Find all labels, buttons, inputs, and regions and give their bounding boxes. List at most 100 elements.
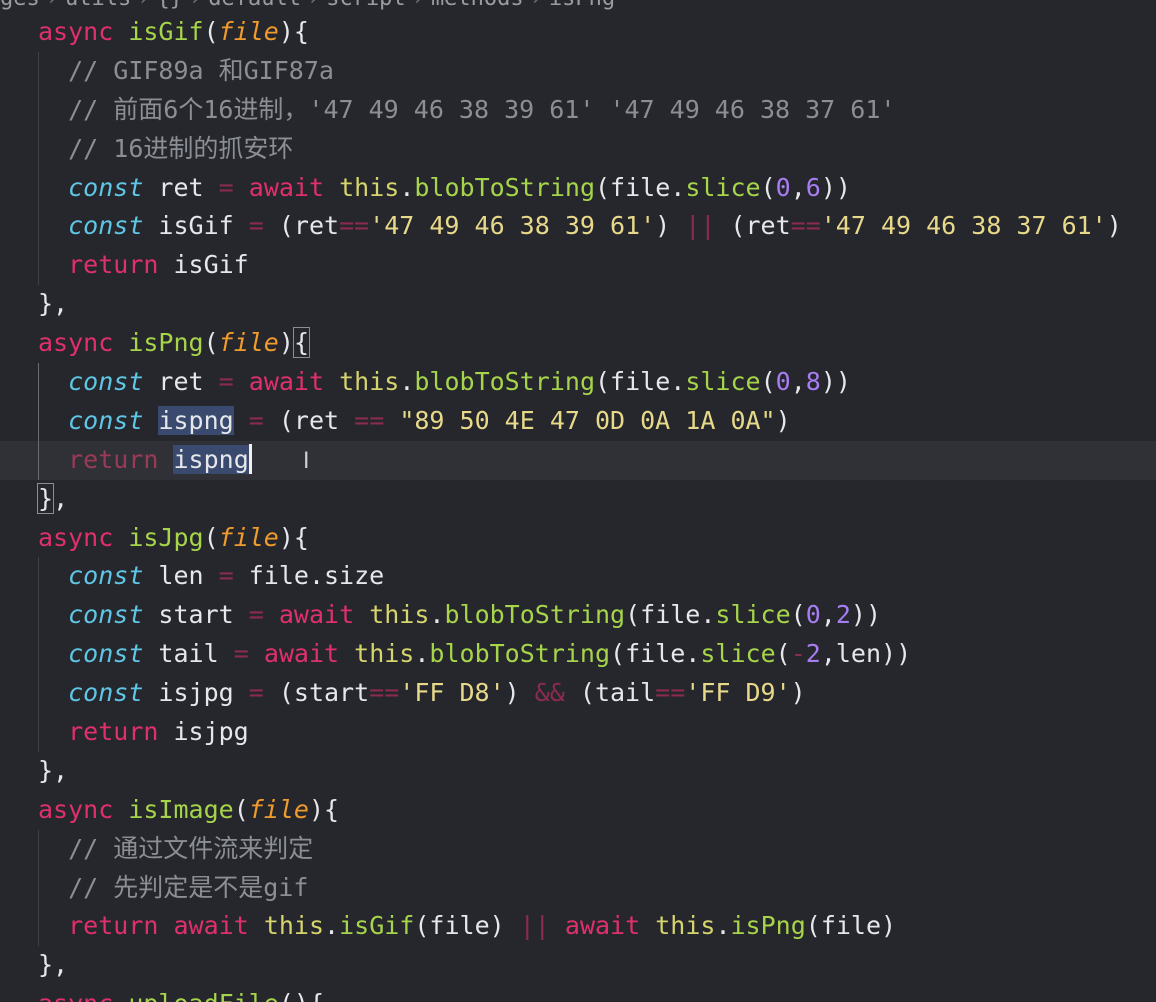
this-keyword-token: this [369, 600, 430, 630]
code-text-token: file.size [233, 561, 385, 591]
code-text-token: ) [655, 211, 686, 241]
indent-guide [38, 246, 39, 286]
code-text-token: isjpg [158, 717, 249, 747]
code-text-token: tail [143, 639, 234, 669]
code-text-token: (file. [610, 639, 701, 669]
code-area[interactable]: async isGif(file){ // GIF89a 和GIF87a // … [0, 13, 1156, 1002]
operator-token: = [248, 211, 264, 241]
code-line[interactable]: }, [0, 752, 1156, 791]
code-text-token: ){ [278, 17, 309, 46]
code-text-token: ( [203, 17, 219, 46]
code-text-token: isjpg [143, 678, 249, 708]
code-line[interactable]: // 通过文件流来判定 [0, 829, 1156, 869]
code-line[interactable]: return isjpg [0, 713, 1156, 752]
parameter-token: file [218, 328, 279, 358]
const-keyword-token: const [68, 600, 144, 630]
code-line[interactable]: }, [0, 946, 1156, 985]
code-text-token: (){ [279, 989, 324, 1002]
breadcrumb-item[interactable]: script [326, 0, 405, 11]
code-text-token: (tail [564, 678, 656, 708]
string-literal-token: "89 50 4E 47 0D 0A 1A 0A" [399, 405, 776, 435]
breadcrumb-item[interactable]: ges [0, 0, 40, 11]
const-keyword-token: const [68, 172, 144, 202]
const-keyword-token: const [68, 678, 144, 708]
code-text-token: ) [775, 405, 791, 435]
code-line[interactable]: // 前面6个16进制，'47 49 46 38 39 61' '47 49 4… [0, 90, 1156, 130]
breadcrumb-separator: › [137, 0, 150, 11]
indent-guide [38, 401, 39, 441]
operator-token: == [339, 211, 370, 241]
keyword-token: return [68, 911, 159, 941]
code-line[interactable]: async isJpg(file){ [0, 519, 1156, 558]
keyword-token: async [38, 794, 114, 824]
function-name-token: isGif [339, 911, 415, 941]
breadcrumb-separator: › [189, 0, 202, 11]
keyword-token: await [248, 172, 325, 202]
const-keyword-token: const [68, 405, 144, 435]
code-text-token: )) [820, 367, 851, 397]
number-token: 0 [805, 600, 821, 630]
breadcrumb-item[interactable]: methods [431, 0, 524, 11]
code-text-token: ) [504, 678, 535, 708]
code-text-token: ret [143, 172, 219, 202]
code-line[interactable]: const ispng = (ret == "89 50 4E 47 0D 0A… [0, 401, 1156, 441]
code-text-token: len [143, 561, 219, 591]
code-text-token: . [399, 367, 415, 397]
indent-guide [38, 829, 39, 869]
breadcrumb-item[interactable]: utils [65, 0, 131, 11]
code-line[interactable]: // GIF89a 和GIF87a [0, 51, 1156, 91]
indent-guide [38, 129, 39, 169]
matched-bracket-token: } [36, 482, 55, 514]
indent-guide [38, 557, 39, 597]
code-line[interactable]: const tail = await this.blobToString(fil… [0, 635, 1156, 675]
code-line[interactable]: async isPng(file){ [0, 324, 1156, 363]
function-name-token: isImage [128, 794, 234, 824]
code-line[interactable]: const isGif = (ret=='47 49 46 38 39 61')… [0, 207, 1156, 247]
function-name-token: blobToString [414, 172, 595, 202]
code-line-current[interactable]: return ispng [0, 440, 1156, 480]
code-line[interactable]: const isjpg = (start=='FF D8') && (tail=… [0, 674, 1156, 714]
code-line[interactable]: }, [0, 480, 1156, 519]
code-line[interactable]: const ret = await this.blobToString(file… [0, 363, 1156, 402]
const-keyword-token: const [68, 561, 144, 591]
keyword-token: await [278, 600, 355, 630]
operator-token: = [218, 367, 234, 397]
breadcrumb-item[interactable]: {} [156, 0, 183, 11]
code-line[interactable]: }, [0, 285, 1156, 324]
operator-token: = [248, 678, 264, 708]
number-token: 0 [775, 367, 791, 397]
code-line[interactable]: async isImage(file){ [0, 791, 1156, 830]
code-line[interactable]: const ret = await this.blobToString(file… [0, 168, 1156, 208]
keyword-token: async [38, 522, 114, 552]
function-name-token: blobToString [429, 639, 611, 669]
code-line[interactable]: // 先判定是不是gif [0, 868, 1156, 908]
code-text-token: ( [233, 794, 249, 824]
code-line[interactable]: // 16进制的抓安环 [0, 129, 1156, 169]
breadcrumb-item[interactable]: isPng [549, 0, 615, 11]
code-line[interactable]: const start = await this.blobToString(fi… [0, 596, 1156, 636]
code-line[interactable]: return await this.isGif(file) || await t… [0, 907, 1156, 947]
breadcrumb-item[interactable]: default [208, 0, 301, 11]
code-text-token: , [53, 483, 69, 513]
operator-token: || [685, 211, 716, 241]
code-text-token: )) [850, 600, 882, 630]
code-line[interactable]: async isGif(file){ [0, 13, 1156, 52]
code-line[interactable]: const len = file.size [0, 557, 1156, 597]
code-text-token: , [790, 367, 806, 397]
code-text-token: (ret [263, 405, 355, 435]
matched-bracket-token: { [292, 327, 311, 359]
text-caret [248, 443, 252, 474]
code-editor[interactable]: ges › utils › {} › default › script › methods › isPn… [0, 0, 1156, 1002]
code-text-token: , [820, 600, 836, 630]
indent-guide [38, 363, 39, 402]
code-line[interactable]: async uploadFile(){ [0, 985, 1156, 1002]
code-text-token: ( [760, 367, 776, 397]
code-line[interactable]: return isGif [0, 246, 1156, 286]
